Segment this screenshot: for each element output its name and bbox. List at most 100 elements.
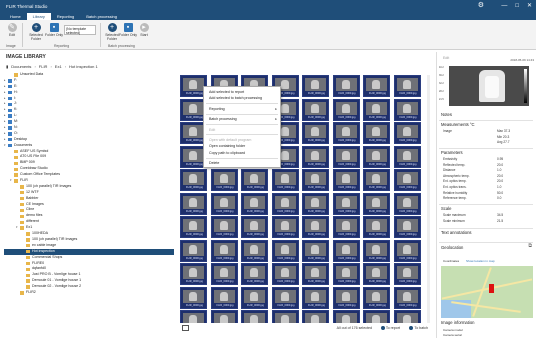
- image-thumbnail[interactable]: FLIR_0000.jpg: [302, 75, 329, 97]
- image-thumbnail[interactable]: FLIR_0000.jpg: [363, 263, 390, 285]
- image-thumbnail[interactable]: FLIR_0000.jpg: [210, 239, 238, 262]
- image-thumbnail[interactable]: FLIR_0000.jpg: [332, 169, 360, 191]
- image-thumbnail[interactable]: FLIR_0000.jpg: [271, 216, 299, 238]
- tab-home[interactable]: Home: [4, 13, 27, 20]
- context-menu-item[interactable]: Copy path to clipboard: [204, 150, 280, 156]
- image-thumbnail[interactable]: FLIR_0000.jpg: [241, 310, 268, 323]
- image-thumbnail[interactable]: FLIR_0000.jpg: [302, 169, 329, 191]
- image-thumbnail[interactable]: FLIR_0000.jpg: [393, 239, 421, 262]
- image-thumbnail[interactable]: FLIR_0000.jpg: [210, 263, 238, 285]
- image-thumbnail[interactable]: FLIR_0000.jpg: [180, 310, 207, 323]
- location-map[interactable]: [441, 266, 533, 318]
- grid-scrollbar[interactable]: [427, 75, 430, 323]
- tab-reporting[interactable]: Reporting: [51, 13, 80, 20]
- image-thumbnail[interactable]: FLIR_0000.jpg: [271, 169, 299, 191]
- image-thumbnail[interactable]: FLIR_0000.jpg: [302, 310, 329, 323]
- image-thumbnail[interactable]: FLIR_0000.jpg: [363, 286, 390, 309]
- image-thumbnail[interactable]: FLIR_0000.jpg: [302, 286, 329, 309]
- image-thumbnail[interactable]: FLIR_0000.jpg: [180, 216, 207, 238]
- image-thumbnail[interactable]: FLIR_0000.jpg: [363, 239, 390, 262]
- image-thumbnail[interactable]: FLIR_0000.jpg: [393, 145, 421, 168]
- breadcrumb-item[interactable]: Ex1: [55, 64, 62, 69]
- image-thumbnail[interactable]: FLIR_0000.jpg: [332, 216, 360, 238]
- image-thumbnail[interactable]: FLIR_0000.jpg: [180, 169, 207, 191]
- image-thumbnail[interactable]: FLIR_0000.jpg: [241, 263, 268, 285]
- image-thumbnail[interactable]: FLIR_0000.jpg: [271, 263, 299, 285]
- image-thumbnail[interactable]: FLIR_0000.jpg: [271, 286, 299, 309]
- image-thumbnail[interactable]: FLIR_0000.jpg: [363, 122, 390, 144]
- image-thumbnail[interactable]: FLIR_0000.jpg: [210, 216, 238, 238]
- image-thumbnail[interactable]: FLIR_0000.jpg: [332, 286, 360, 309]
- image-thumbnail[interactable]: FLIR_0000.jpg: [363, 75, 390, 97]
- breadcrumb-home-icon[interactable]: ▮: [6, 64, 8, 69]
- image-thumbnail[interactable]: FLIR_0000.jpg: [241, 216, 268, 238]
- image-thumbnail[interactable]: FLIR_0000.jpg: [393, 98, 421, 121]
- image-thumbnail[interactable]: FLIR_0000.jpg: [302, 122, 329, 144]
- add-to-report-button[interactable]: + Selected Folder: [26, 23, 46, 41]
- tree-item[interactable]: FLIR2: [4, 290, 174, 296]
- image-thumbnail[interactable]: FLIR_0000.jpg: [363, 145, 390, 168]
- tab-batch-processing[interactable]: Batch processing: [80, 13, 123, 20]
- image-thumbnail[interactable]: FLIR_0000.jpg: [363, 216, 390, 238]
- image-thumbnail[interactable]: FLIR_0000.jpg: [363, 98, 390, 121]
- to-report-button[interactable]: To report: [380, 326, 400, 330]
- to-batch-button[interactable]: To batch: [409, 326, 428, 330]
- image-thumbnail[interactable]: FLIR_0000.jpg: [393, 286, 421, 309]
- image-thumbnail[interactable]: FLIR_0000.jpg: [363, 310, 390, 323]
- image-thumbnail[interactable]: FLIR_0000.jpg: [332, 98, 360, 121]
- grid-view-icon[interactable]: [182, 325, 189, 331]
- image-thumbnail[interactable]: FLIR_0000.jpg: [180, 263, 207, 285]
- image-thumbnail[interactable]: FLIR_0000.jpg: [302, 263, 329, 285]
- image-thumbnail[interactable]: FLIR_0000.jpg: [241, 192, 268, 215]
- image-thumbnail[interactable]: FLIR_0000.jpg: [241, 239, 268, 262]
- external-link-icon[interactable]: ⧉: [528, 243, 532, 249]
- image-thumbnail[interactable]: FLIR_0000.jpg: [210, 192, 238, 215]
- minimize-button[interactable]: —: [501, 2, 507, 10]
- image-thumbnail[interactable]: FLIR_0000.jpg: [393, 216, 421, 238]
- image-thumbnail[interactable]: FLIR_0000.jpg: [180, 286, 207, 309]
- image-thumbnail[interactable]: FLIR_0000.jpg: [393, 75, 421, 97]
- image-thumbnail[interactable]: FLIR_0000.jpg: [393, 310, 421, 323]
- breadcrumb-item[interactable]: Hot inspection 1: [69, 64, 98, 69]
- image-thumbnail[interactable]: FLIR_0000.jpg: [302, 192, 329, 215]
- folder-tree[interactable]: Unsorted Data ▸ F: ▸ E: ▸ H: ▸ I: ▸ J: ▸ K: ▸ L: ▸ M: ▸ N:…: [4, 72, 174, 334]
- image-thumbnail[interactable]: FLIR_0000.jpg: [210, 310, 238, 323]
- image-thumbnail[interactable]: FLIR_0000.jpg: [210, 169, 238, 191]
- image-thumbnail[interactable]: FLIR_0000.jpg: [210, 286, 238, 309]
- image-thumbnail[interactable]: FLIR_0000.jpg: [180, 192, 207, 215]
- tab-library[interactable]: Library: [26, 13, 51, 20]
- settings-gear-icon[interactable]: ⚙: [478, 2, 484, 10]
- template-select[interactable]: (No template selected): [64, 25, 96, 35]
- panel-edit-button[interactable]: Edit: [443, 56, 449, 60]
- breadcrumb-item[interactable]: Documents: [11, 64, 31, 69]
- image-thumbnail[interactable]: FLIR_0000.jpg: [393, 192, 421, 215]
- show-location-link[interactable]: Show location in map: [466, 259, 495, 263]
- breadcrumb-item[interactable]: FLIR: [39, 64, 48, 69]
- close-button[interactable]: ✕: [527, 2, 532, 10]
- image-thumbnail[interactable]: FLIR_0000.jpg: [302, 145, 329, 168]
- image-thumbnail[interactable]: FLIR_0000.jpg: [271, 192, 299, 215]
- image-thumbnail[interactable]: FLIR_0000.jpg: [332, 145, 360, 168]
- image-thumbnail[interactable]: FLIR_0000.jpg: [363, 192, 390, 215]
- context-menu-item[interactable]: Add selected to batch processing: [204, 95, 280, 101]
- image-thumbnail[interactable]: FLIR_0000.jpg: [332, 263, 360, 285]
- image-thumbnail[interactable]: FLIR_0000.jpg: [393, 263, 421, 285]
- image-thumbnail[interactable]: FLIR_0000.jpg: [332, 192, 360, 215]
- image-thumbnail[interactable]: FLIR_0000.jpg: [332, 122, 360, 144]
- image-thumbnail[interactable]: FLIR_0000.jpg: [393, 122, 421, 144]
- image-thumbnail[interactable]: FLIR_0000.jpg: [180, 239, 207, 262]
- report-folder-button[interactable]: ▪ Folder Only: [44, 23, 64, 37]
- image-thumbnail[interactable]: FLIR_0000.jpg: [332, 75, 360, 97]
- maximize-button[interactable]: □: [515, 2, 519, 10]
- thermal-image-preview[interactable]: [449, 66, 529, 106]
- image-thumbnail[interactable]: FLIR_0000.jpg: [363, 169, 390, 191]
- start-batch-button[interactable]: ▸ Start: [134, 23, 154, 37]
- image-thumbnail[interactable]: FLIR_0000.jpg: [302, 239, 329, 262]
- context-menu-item[interactable]: Delete: [204, 160, 280, 166]
- image-thumbnail[interactable]: FLIR_0000.jpg: [332, 239, 360, 262]
- image-thumbnail[interactable]: FLIR_0000.jpg: [302, 216, 329, 238]
- image-thumbnail[interactable]: FLIR_0000.jpg: [302, 98, 329, 121]
- image-thumbnail[interactable]: FLIR_0000.jpg: [241, 169, 268, 191]
- context-menu-item[interactable]: Reporting ▸: [204, 106, 280, 112]
- image-thumbnail[interactable]: FLIR_0000.jpg: [332, 310, 360, 323]
